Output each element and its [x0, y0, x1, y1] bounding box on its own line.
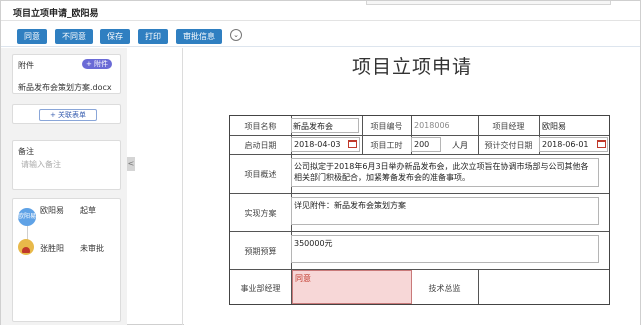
workdays-value: 200	[414, 140, 430, 149]
overview-text: 公司拟定于2018年6月3日举办新品发布会，此次立项旨在协调市场部与公司其他各相…	[294, 162, 589, 182]
agree-button[interactable]: 同意	[17, 29, 47, 44]
flow-user-name: 欧阳易	[40, 206, 64, 215]
project-name-value: 新品发布会	[293, 122, 333, 131]
calendar-icon[interactable]	[597, 140, 606, 148]
row-divider	[230, 135, 609, 136]
approval-info-button[interactable]: 审批信息	[176, 29, 222, 44]
dept-manager-opinion: 同意	[295, 274, 311, 283]
attachment-label: 附件	[18, 61, 34, 70]
project-name-label: 项目名称	[244, 122, 277, 131]
attachment-panel: 附件 + 附件 新品发布会策划方案.docx	[12, 54, 121, 94]
row-divider	[230, 231, 609, 232]
start-date-value: 2018-04-03	[294, 140, 341, 149]
toolbar: 同意 不同意 保存 打印 审批信息 ⌄	[1, 22, 640, 47]
attachment-file-link[interactable]: 新品发布会策划方案.docx	[18, 82, 112, 93]
sidebar-gutter	[127, 48, 183, 325]
relate-form-button[interactable]: + 关联表单	[39, 109, 97, 121]
title-bar-tab-strip	[366, 1, 611, 5]
save-button[interactable]: 保存	[100, 29, 130, 44]
plan-text: 详见附件：新品发布会策划方案	[294, 201, 406, 210]
project-form: 项目名称 新品发布会 项目编号 2018006 项目经理 欧阳易 启动日期 20…	[229, 115, 610, 305]
budget-textarea[interactable]	[291, 235, 599, 263]
app-window: 项目立项申请_欧阳易 同意 不同意 保存 打印 审批信息 ⌄ 附件 + 附件 新…	[0, 0, 641, 325]
disagree-button[interactable]: 不同意	[55, 29, 93, 44]
delivery-date-value: 2018-06-01	[542, 140, 589, 149]
collapse-sidebar-icon[interactable]: <	[127, 157, 135, 171]
manager-label: 项目经理	[492, 122, 525, 131]
remark-input[interactable]: 请输入备注	[21, 159, 61, 170]
flow-status: 未审批	[80, 244, 104, 253]
flow-user-name: 张胜阳	[40, 244, 64, 253]
relate-form-panel: + 关联表单	[12, 104, 121, 124]
tech-director-label: 技术总监	[428, 284, 461, 293]
print-button[interactable]: 打印	[138, 29, 168, 44]
delivery-date-label: 预计交付日期	[484, 141, 533, 150]
budget-label: 预期预算	[244, 247, 277, 256]
remark-label: 备注	[18, 147, 34, 156]
avatar: 欧阳易	[18, 208, 36, 226]
row-divider	[230, 154, 609, 155]
user-avatar-icon	[18, 239, 34, 255]
chevron-double-down-icon[interactable]: ⌄	[230, 29, 242, 41]
overview-label: 项目概述	[244, 170, 277, 179]
project-no-value: 2018006	[414, 121, 450, 130]
manager-value: 欧阳易	[542, 122, 566, 131]
form-title: 项目立项申请	[351, 56, 472, 78]
window-title: 项目立项申请_欧阳易	[13, 9, 99, 19]
add-attachment-button[interactable]: + 附件	[82, 59, 112, 69]
approval-flow-panel: 欧阳易 欧阳易 起草 张胜阳 未审批	[12, 198, 121, 322]
project-no-label: 项目编号	[370, 122, 403, 131]
flow-status: 起草	[80, 206, 96, 215]
sidebar: 附件 + 附件 新品发布会策划方案.docx + 关联表单 备注 请输入备注 欧…	[1, 48, 127, 325]
title-bar: 项目立项申请_欧阳易	[1, 1, 640, 21]
start-date-label: 启动日期	[244, 141, 277, 150]
plan-label: 实现方案	[244, 209, 277, 218]
budget-text: 350000元	[294, 239, 333, 248]
dept-manager-label: 事业部经理	[240, 284, 281, 293]
calendar-icon[interactable]	[348, 140, 357, 148]
row-divider	[230, 269, 609, 270]
col-divider	[478, 269, 479, 304]
remark-panel: 备注 请输入备注	[12, 140, 121, 190]
workdays-label: 项目工时	[370, 141, 403, 150]
row-divider	[230, 193, 609, 194]
workdays-unit: 人月	[452, 141, 468, 150]
